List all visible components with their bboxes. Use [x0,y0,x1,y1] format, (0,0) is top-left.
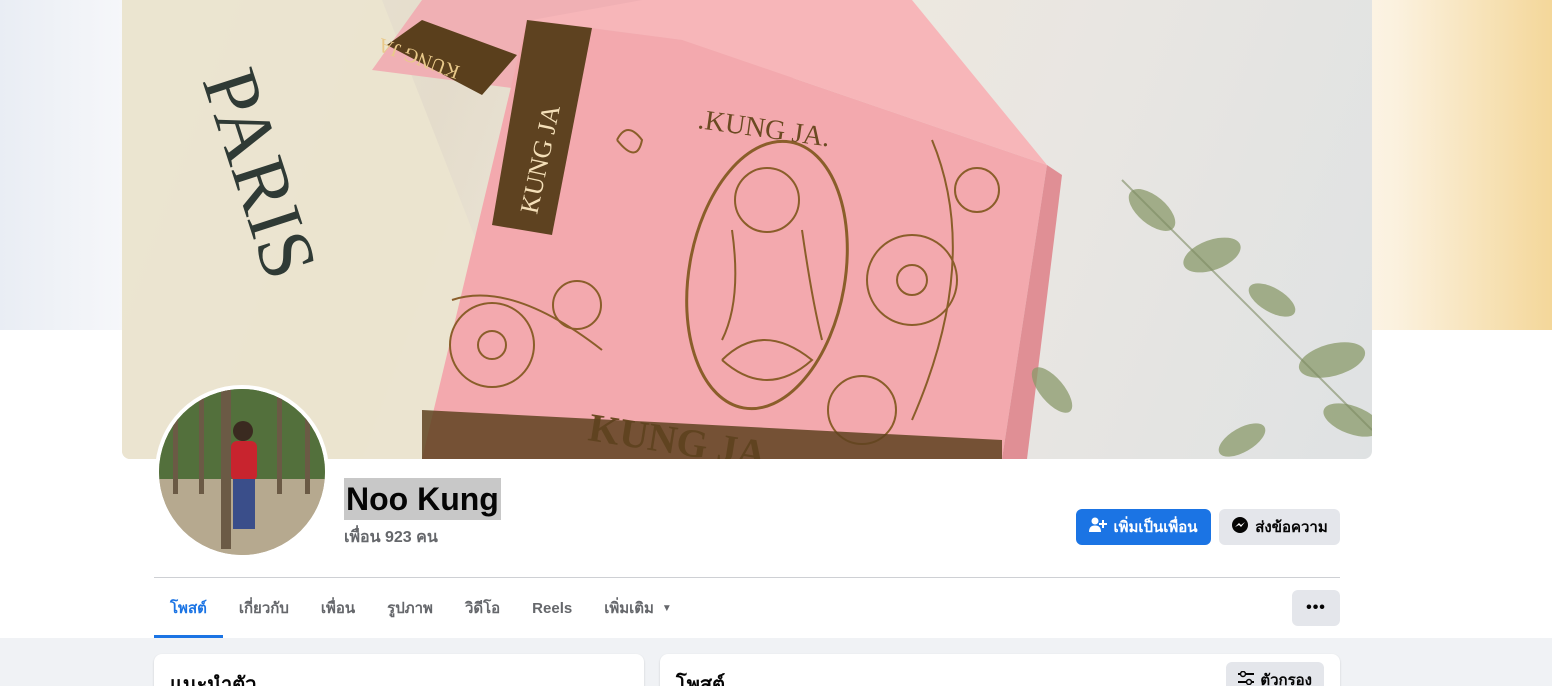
caret-down-icon: ▼ [661,602,672,614]
cover-illustration: PARIS KUNG JA KUNG JA .KUNG JA. [122,0,1372,459]
tab-label: รูปภาพ [387,600,433,617]
message-button[interactable]: ส่งข้อความ [1219,509,1340,545]
tab-label: เกี่ยวกับ [238,600,289,617]
friend-count[interactable]: เพื่อน 923 คน [344,525,438,550]
tab-label: เพื่อน [320,600,356,617]
add-friend-label: เพิ่มเป็นเพื่อน [1113,519,1198,536]
tab-label: วิดีโอ [464,600,501,617]
filter-icon [1238,670,1255,686]
messenger-icon [1231,516,1249,538]
filter-button[interactable]: ตัวกรอง [1226,662,1324,686]
cover-photo[interactable]: PARIS KUNG JA KUNG JA .KUNG JA. [122,0,1372,459]
add-friend-button[interactable]: เพิ่มเป็นเพื่อน [1076,509,1211,545]
more-icon: ••• [1306,599,1326,616]
tab-posts[interactable]: โพสต์ [154,578,223,638]
filter-label: ตัวกรอง [1260,672,1312,686]
avatar-photo [159,389,325,555]
tab-videos[interactable]: วิดีโอ [449,578,516,638]
tab-photos[interactable]: รูปภาพ [371,578,449,638]
add-friend-icon [1089,517,1108,537]
tab-label: เพิ่มเติม [604,600,654,617]
tab-about[interactable]: เกี่ยวกับ [223,578,305,638]
profile-avatar[interactable] [155,385,329,559]
posts-title: โพสต์ [676,674,726,686]
intro-card: แนะนำตัว [154,654,644,686]
tab-reels[interactable]: Reels [516,578,588,638]
more-options-button[interactable]: ••• [1292,590,1340,626]
posts-card: โพสต์ ตัวกรอง [660,654,1340,686]
tab-friends[interactable]: เพื่อน [305,578,371,638]
profile-name: Noo Kung [344,478,501,520]
profile-tabs: โพสต์ เกี่ยวกับ เพื่อน รูปภาพ วิดีโอ Ree… [154,578,688,638]
intro-title: แนะนำตัว [170,674,257,686]
tab-label: โพสต์ [170,600,207,617]
tab-label: Reels [532,599,573,617]
tab-more[interactable]: เพิ่มเติม ▼ [588,578,688,638]
message-label: ส่งข้อความ [1255,519,1328,536]
